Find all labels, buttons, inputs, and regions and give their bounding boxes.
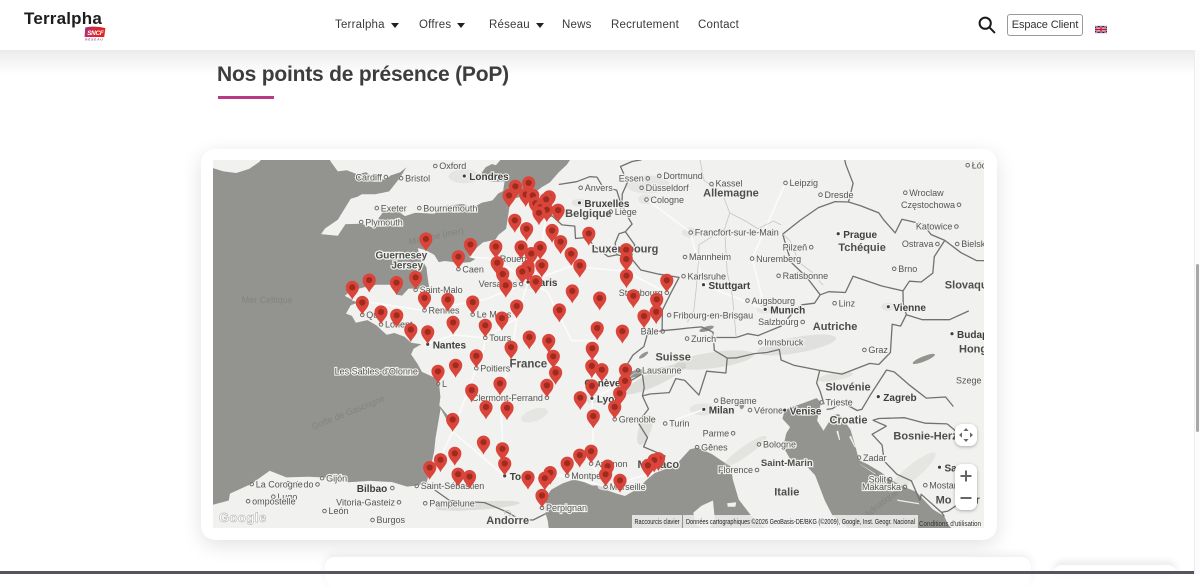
svg-text:Bristol: Bristol <box>405 173 430 183</box>
svg-text:Bielsko-: Bielsko- <box>961 239 984 249</box>
svg-text:Leipzig: Leipzig <box>790 178 819 188</box>
svg-text:Düsseldorf: Düsseldorf <box>646 183 690 193</box>
svg-text:Zagreb: Zagreb <box>883 393 916 404</box>
svg-text:Slovaqu: Slovaqu <box>945 280 984 292</box>
svg-text:Allemagne: Allemagne <box>703 188 759 200</box>
svg-text:Katowice: Katowice <box>916 222 953 232</box>
svg-text:Cologne: Cologne <box>651 195 685 205</box>
svg-text:Bergame: Bergame <box>720 396 757 406</box>
svg-text:Bilbao: Bilbao <box>357 484 388 495</box>
svg-text:Dortmund: Dortmund <box>663 171 703 181</box>
svg-text:Kassel: Kassel <box>716 178 743 188</box>
svg-text:Nuremberg: Nuremberg <box>756 254 801 264</box>
svg-text:Tchéquie: Tchéquie <box>838 242 885 254</box>
svg-text:Bâle: Bâle <box>641 327 659 337</box>
svg-text:Makarska: Makarska <box>862 482 901 492</box>
svg-text:La Corogne: La Corogne <box>256 479 303 489</box>
svg-text:Saint-Marin: Saint-Marin <box>761 458 813 469</box>
svg-text:France: France <box>509 358 547 370</box>
svg-text:Données cartographiques ©2026: Données cartographiques ©2026 GeoBasis-D… <box>686 518 915 526</box>
svg-text:Oxford: Oxford <box>439 161 466 171</box>
svg-text:Perpignan: Perpignan <box>546 503 587 513</box>
svg-text:Conditions d'utilisation: Conditions d'utilisation <box>919 521 981 528</box>
svg-text:Częstochowa: Częstochowa <box>901 200 955 210</box>
svg-text:Budap: Budap <box>957 330 984 341</box>
svg-text:Caen: Caen <box>462 264 484 274</box>
svg-text:Google: Google <box>219 510 267 525</box>
svg-text:Plymouth: Plymouth <box>365 217 403 227</box>
svg-text:Łódź: Łódź <box>972 160 984 170</box>
svg-text:Bologne: Bologne <box>763 440 796 450</box>
svg-text:Zurich: Zurich <box>691 334 716 344</box>
svg-text:Parme: Parme <box>703 429 730 439</box>
svg-text:Cardiff: Cardiff <box>356 172 383 182</box>
svg-text:Augsbourg: Augsbourg <box>752 296 796 306</box>
svg-text:Venise: Venise <box>790 406 822 417</box>
svg-text:Essen: Essen <box>619 174 644 184</box>
svg-text:Ostrava: Ostrava <box>902 239 934 249</box>
svg-text:Mostar: Mostar <box>929 480 957 490</box>
svg-text:Milan: Milan <box>709 406 735 417</box>
svg-text:Dresde: Dresde <box>825 190 854 200</box>
svg-text:Innsbruck: Innsbruck <box>764 338 804 348</box>
svg-text:Mannheim: Mannheim <box>689 252 731 262</box>
svg-text:Croatie: Croatie <box>830 415 868 427</box>
svg-text:Nantes: Nantes <box>433 341 467 352</box>
svg-text:Vérone: Vérone <box>754 405 783 415</box>
svg-text:Autriche: Autriche <box>813 321 858 333</box>
svg-text:ompostelle: ompostelle <box>252 496 296 506</box>
svg-text:Liège: Liège <box>615 207 637 217</box>
svg-text:Slovénie: Slovénie <box>825 381 870 393</box>
svg-text:Hongr: Hongr <box>959 344 984 356</box>
svg-text:Raccourcis clavier: Raccourcis clavier <box>635 519 681 526</box>
svg-text:Munich: Munich <box>770 306 805 317</box>
svg-text:Montpel: Montpel <box>571 471 603 481</box>
svg-text:Bournemouth: Bournemouth <box>423 203 477 213</box>
svg-text:L: L <box>442 379 447 389</box>
svg-text:Italie: Italie <box>774 486 799 498</box>
svg-text:Poitiers: Poitiers <box>480 363 511 373</box>
svg-text:Les Sables-d'Olonne: Les Sables-d'Olonne <box>335 366 418 376</box>
svg-text:Anvers: Anvers <box>585 183 614 193</box>
svg-text:León: León <box>329 506 349 516</box>
svg-text:Mer Celtique: Mer Celtique <box>242 295 293 305</box>
svg-text:Graz: Graz <box>868 345 888 355</box>
svg-text:Grenoble: Grenoble <box>619 415 656 425</box>
svg-text:RÉSEAU: RÉSEAU <box>85 37 103 41</box>
svg-text:Andorre: Andorre <box>486 515 529 527</box>
svg-text:SNCF: SNCF <box>87 30 105 37</box>
svg-text:Salzbourg: Salzbourg <box>758 317 799 327</box>
svg-text:Karlsruhe: Karlsruhe <box>688 271 727 281</box>
svg-text:Lausanne: Lausanne <box>642 366 682 376</box>
svg-text:Pampelune: Pampelune <box>429 499 475 509</box>
svg-text:Mo: Mo <box>936 494 952 506</box>
svg-text:Burgos: Burgos <box>377 515 406 525</box>
svg-text:Linz: Linz <box>839 298 856 308</box>
svg-text:Prague: Prague <box>843 230 877 241</box>
svg-text:Szege: Szege <box>956 376 982 386</box>
svg-text:Saint-Sébastien: Saint-Sébastien <box>421 481 485 491</box>
svg-text:Wroclaw: Wroclaw <box>909 188 944 198</box>
svg-text:Londres: Londres <box>469 172 509 183</box>
svg-text:Suisse: Suisse <box>655 352 690 364</box>
svg-text:Brno: Brno <box>898 264 917 274</box>
svg-text:Zadar: Zadar <box>863 453 887 463</box>
svg-text:Ratisbonne: Ratisbonne <box>783 271 829 281</box>
svg-text:Gijón: Gijón <box>326 473 347 483</box>
svg-text:Rennes: Rennes <box>429 306 461 316</box>
svg-text:Gênes: Gênes <box>701 442 728 452</box>
svg-text:Pilzeň: Pilzeň <box>783 242 808 252</box>
svg-text:Francfort-sur-le-Main: Francfort-sur-le-Main <box>695 228 779 238</box>
svg-text:Florence: Florence <box>718 465 753 475</box>
svg-text:Exeter: Exeter <box>381 203 407 213</box>
svg-text:Jersey: Jersey <box>391 260 423 271</box>
svg-text:Fribourg-en-Brisgau: Fribourg-en-Brisgau <box>673 310 753 320</box>
svg-text:Turin: Turin <box>669 419 689 429</box>
svg-text:Vienne: Vienne <box>893 303 926 314</box>
svg-text:Stuttgart: Stuttgart <box>709 281 751 292</box>
svg-text:Trieste: Trieste <box>826 398 853 408</box>
